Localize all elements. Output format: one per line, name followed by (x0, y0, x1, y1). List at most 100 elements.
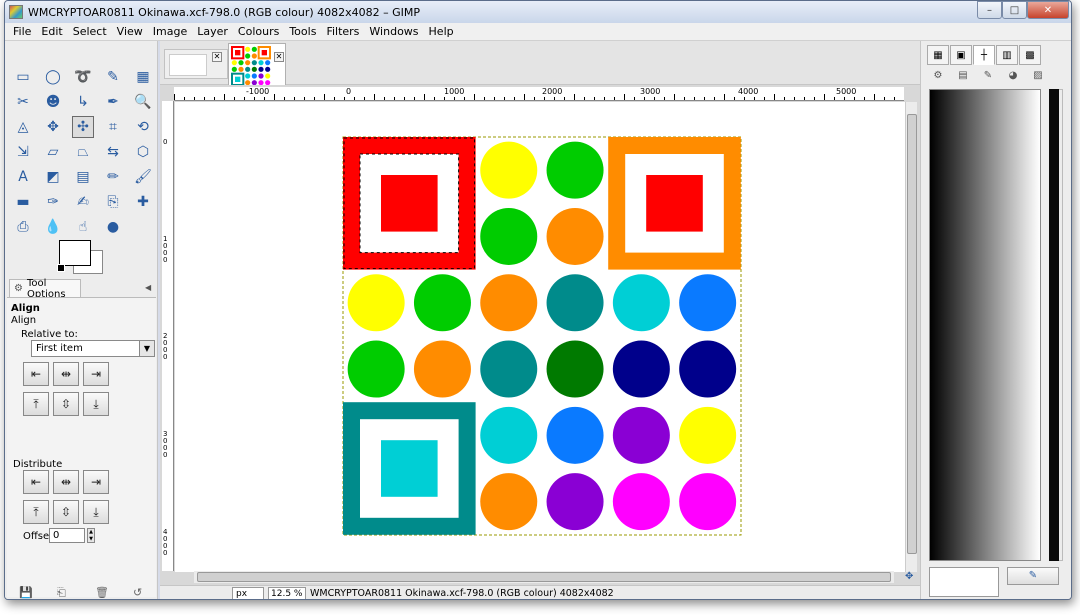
rotate-icon[interactable]: ⟲ (132, 116, 154, 138)
menu-colours[interactable]: Colours (238, 25, 279, 38)
vertical-scrollbar[interactable] (905, 102, 917, 572)
menu-tools[interactable]: Tools (289, 25, 316, 38)
dock-edit-button[interactable]: ✎ (1007, 567, 1059, 585)
circle-teal (480, 340, 538, 398)
color-tab-icon[interactable]: ◕ (1002, 67, 1024, 83)
image-canvas[interactable] (175, 102, 905, 572)
scale-icon[interactable]: ⇲ (12, 141, 34, 163)
blur-icon[interactable]: 💧 (42, 216, 64, 238)
foreground-select-icon[interactable]: ☻ (42, 91, 64, 113)
dodge-burn-icon[interactable]: ● (102, 216, 124, 238)
distribute-hcenter-button[interactable]: ⇹ (53, 470, 79, 494)
menu-help[interactable]: Help (429, 25, 454, 38)
brush-tab-icon[interactable]: ✎ (977, 67, 999, 83)
menu-layer[interactable]: Layer (197, 25, 228, 38)
distribute-right-button[interactable]: ⇥ (83, 470, 109, 494)
minimize-button[interactable]: – (977, 1, 1002, 19)
tool-options-tab-icon[interactable]: ⚙ (927, 67, 949, 83)
pencil-icon[interactable]: ✏ (102, 166, 124, 188)
horizontal-ruler[interactable]: -1000 0 1000 2000 3000 4000 5000 (174, 87, 904, 101)
zoom-select[interactable]: 12.5 % (268, 586, 306, 599)
save-options-icon[interactable]: 💾 (19, 586, 57, 599)
menu-filters[interactable]: Filters (326, 25, 359, 38)
rect-select-icon[interactable]: ▭ (12, 66, 34, 88)
fonts-tab-icon[interactable]: ▨ (1027, 67, 1049, 83)
distribute-bottom-button[interactable]: ⤓ (83, 500, 109, 524)
tab1-close-icon[interactable]: ✕ (212, 52, 222, 62)
menu-view[interactable]: View (117, 25, 143, 38)
navigate-icon[interactable]: ✥ (905, 571, 917, 583)
fg-bg-colors[interactable] (57, 240, 107, 276)
default-colors-icon[interactable] (57, 264, 65, 272)
clone-icon[interactable]: ⎘ (102, 191, 124, 213)
menu-windows[interactable]: Windows (369, 25, 418, 38)
shear-icon[interactable]: ▱ (42, 141, 64, 163)
distribute-left-button[interactable]: ⇤ (23, 470, 49, 494)
select-by-color-icon[interactable]: ▦ (132, 66, 154, 88)
crop-icon[interactable]: ⌗ (102, 116, 124, 138)
menu-image[interactable]: Image (153, 25, 187, 38)
bucket-fill-icon[interactable]: ◩ (42, 166, 64, 188)
paintbrush-icon[interactable]: 🖌 (132, 166, 154, 188)
airbrush-icon[interactable]: ✑ (42, 191, 64, 213)
align-hcenter-button[interactable]: ⇹ (53, 362, 79, 386)
flip-icon[interactable]: ⇆ (102, 141, 124, 163)
ellipse-select-icon[interactable]: ◯ (42, 66, 64, 88)
align-bottom-button[interactable]: ⤓ (83, 392, 109, 416)
text-icon[interactable]: A (12, 166, 34, 188)
close-button[interactable]: ✕ (1027, 1, 1069, 19)
panel-menu-icon[interactable]: ◀ (145, 283, 151, 292)
distribute-top-button[interactable]: ⤒ (23, 500, 49, 524)
menu-edit[interactable]: Edit (41, 25, 62, 38)
device-status-tab-icon[interactable]: ▤ (952, 67, 974, 83)
horizontal-scroll-thumb[interactable] (197, 572, 891, 582)
horizontal-scrollbar[interactable] (194, 571, 894, 583)
zoom-icon[interactable]: 🔍 (132, 91, 154, 113)
eraser-icon[interactable]: ▬ (12, 191, 34, 213)
tab2-close-icon[interactable]: ✕ (274, 52, 284, 62)
restore-options-icon[interactable]: ⎗ (57, 586, 95, 599)
free-select-icon[interactable]: ➰ (72, 66, 94, 88)
gradients-tab-icon[interactable]: ▥ (996, 45, 1018, 65)
ink-icon[interactable]: ✍ (72, 191, 94, 213)
canvas-viewport[interactable] (175, 102, 905, 572)
smudge-icon[interactable]: ☝ (72, 216, 94, 238)
align-icon[interactable]: ✣ (72, 116, 94, 138)
menu-file[interactable]: File (13, 25, 31, 38)
relative-to-select[interactable]: First item ▼ (31, 340, 155, 357)
perspective-icon[interactable]: ⏢ (72, 141, 94, 163)
color-picker-icon[interactable]: ✒ (102, 91, 124, 113)
offset-input[interactable]: 0 (49, 528, 85, 543)
cage-icon[interactable]: ⬡ (132, 141, 154, 163)
heal-icon[interactable]: ✚ (132, 191, 154, 213)
tab-tool-options[interactable]: ⚙ Tool Options (9, 278, 81, 300)
palettes-tab-icon[interactable]: ▩ (1019, 45, 1041, 65)
measure-icon[interactable]: ◬ (12, 116, 34, 138)
align-top-button[interactable]: ⤒ (23, 392, 49, 416)
brushes-tab-icon[interactable]: ▦ (927, 45, 949, 65)
blend-icon[interactable]: ▤ (72, 166, 94, 188)
image-tab-2[interactable] (228, 43, 286, 86)
paths-icon[interactable]: ↳ (72, 91, 94, 113)
align-left-button[interactable]: ⇤ (23, 362, 49, 386)
paths-tab-icon[interactable]: ┼ (973, 45, 995, 65)
align-vcenter-button[interactable]: ⇳ (53, 392, 79, 416)
foreground-color[interactable] (59, 240, 91, 266)
menu-select[interactable]: Select (73, 25, 107, 38)
scissors-select-icon[interactable]: ✂ (12, 91, 34, 113)
chevron-down-icon[interactable]: ▼ (139, 341, 154, 356)
gradient-preview[interactable] (929, 89, 1041, 561)
fuzzy-select-icon[interactable]: ✎ (102, 66, 124, 88)
delete-options-icon[interactable]: 🗑 (95, 586, 133, 599)
unit-select[interactable]: px (232, 586, 264, 599)
perspective-clone-icon[interactable]: ⎙ (12, 216, 34, 238)
maximize-button[interactable]: □ (1002, 1, 1027, 19)
h-ruler-tick (844, 97, 845, 100)
distribute-vcenter-button[interactable]: ⇳ (53, 500, 79, 524)
vertical-scroll-thumb[interactable] (907, 114, 917, 554)
move-icon[interactable]: ✥ (42, 116, 64, 138)
patterns-tab-icon[interactable]: ▣ (950, 45, 972, 65)
vertical-ruler[interactable]: 0 1000 2000 3000 4000 (162, 101, 174, 571)
align-right-button[interactable]: ⇥ (83, 362, 109, 386)
offset-stepper[interactable]: ▲ ▼ (87, 528, 95, 543)
